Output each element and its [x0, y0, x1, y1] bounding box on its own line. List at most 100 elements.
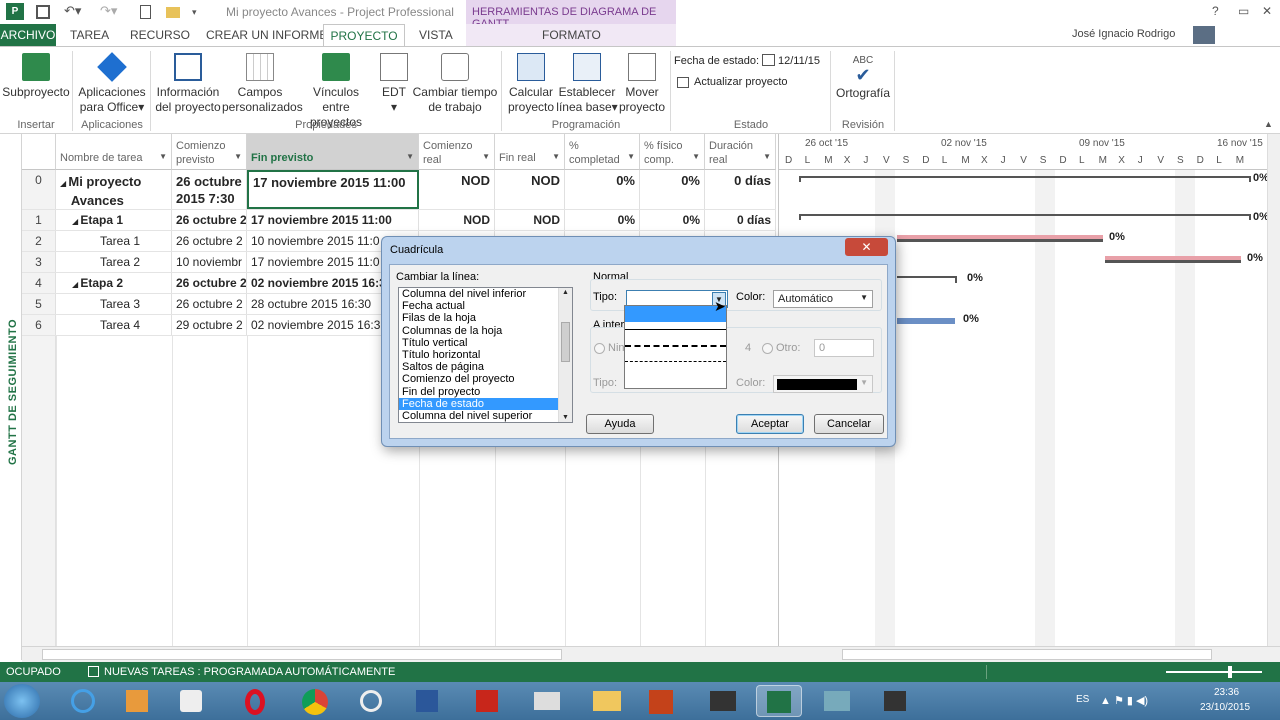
start-date[interactable]: 26 octubre 2015 7:30	[172, 170, 247, 209]
radio-otro[interactable]	[762, 343, 773, 354]
undo-icon[interactable]: ↶▾	[64, 3, 81, 21]
finish-date[interactable]: 17 noviembre 2015 11:00	[247, 170, 419, 209]
start-date[interactable]: 29 octubre 2	[172, 315, 247, 335]
start-button[interactable]	[4, 684, 40, 718]
acrobat-icon[interactable]	[464, 685, 510, 717]
app4-icon[interactable]	[814, 685, 860, 717]
start-real[interactable]: NOD	[419, 210, 495, 230]
start-date[interactable]: 10 noviembr	[172, 252, 247, 272]
tab-vista[interactable]: VISTA	[419, 24, 453, 46]
line-option-dashed[interactable]	[625, 338, 726, 354]
list-item-selected[interactable]: Fecha de estado	[399, 397, 572, 410]
col-porcentaje-fisico[interactable]: % físico comp. ▼	[640, 134, 705, 170]
color2-combobox[interactable]: ▼	[773, 375, 873, 393]
summary-bar[interactable]	[799, 176, 1251, 182]
user-avatar[interactable]	[1193, 26, 1215, 44]
otro-spinner[interactable]: 0	[814, 339, 874, 357]
customize-qat-icon[interactable]: ▾	[192, 7, 197, 25]
explorer-icon[interactable]	[584, 685, 630, 717]
summary-bar[interactable]	[799, 214, 1251, 220]
task-name[interactable]: ◢ Mi proyecto Avances	[56, 170, 172, 209]
pct-physical[interactable]: 0%	[640, 210, 705, 230]
task-name[interactable]: Tarea 3	[56, 294, 172, 314]
task-name[interactable]: Tarea 1	[56, 231, 172, 251]
list-item[interactable]: Fin del proyecto	[399, 386, 572, 398]
mover-proyecto-button[interactable]: Mover proyecto	[616, 47, 668, 115]
gantt-vscroll[interactable]	[1267, 134, 1280, 646]
duration-real[interactable]: 0 días	[705, 170, 776, 209]
radio-ninguno[interactable]	[594, 343, 605, 354]
fecha-estado-value[interactable]: 12/11/15	[778, 55, 820, 67]
list-item[interactable]: Fecha actual	[399, 300, 572, 312]
col-fin-real[interactable]: Fin real ▼	[495, 134, 565, 170]
tab-tarea[interactable]: TAREA	[70, 24, 109, 46]
finish-real[interactable]: NOD	[495, 210, 565, 230]
save-icon[interactable]	[36, 5, 50, 19]
col-fin-previsto[interactable]: Fin previsto ▼	[247, 134, 419, 170]
app2-icon[interactable]	[524, 685, 570, 717]
redo-icon[interactable]: ↷▾	[100, 3, 117, 21]
list-item[interactable]: Saltos de página	[399, 361, 572, 373]
cancelar-button[interactable]: Cancelar	[814, 414, 884, 434]
view-shortcut-icons[interactable]	[986, 665, 1136, 679]
clock-date[interactable]: 23/10/2015	[1200, 702, 1250, 713]
start-date[interactable]: 26 octubre 2	[172, 210, 247, 230]
tray-icons[interactable]: ▲ ⚑ ▮ ◀)	[1100, 694, 1148, 707]
media-icon[interactable]	[114, 685, 160, 717]
collapse-ribbon-icon[interactable]: ▲	[1264, 119, 1273, 129]
aceptar-button[interactable]: Aceptar	[736, 414, 804, 434]
open-folder-icon[interactable]	[166, 7, 180, 18]
hp-icon[interactable]	[168, 685, 214, 717]
task-name[interactable]: ◢ Etapa 1	[56, 210, 172, 230]
edt-button[interactable]: EDT ▾	[376, 47, 412, 115]
list-item[interactable]: Filas de la hoja	[399, 312, 572, 324]
start-date[interactable]: 26 octubre 2	[172, 294, 247, 314]
tab-formato[interactable]: FORMATO	[542, 24, 601, 46]
tab-recurso[interactable]: RECURSO	[130, 24, 190, 46]
list-item[interactable]: Título vertical	[399, 337, 572, 349]
finish-real[interactable]: NOD	[495, 170, 565, 209]
line-option-selected[interactable]	[625, 306, 726, 322]
list-item[interactable]: Comienzo del proyecto	[399, 373, 572, 385]
user-name[interactable]: José Ignacio Rodrigo	[1072, 24, 1175, 46]
task-name[interactable]: Tarea 4	[56, 315, 172, 335]
language-indicator[interactable]: ES	[1076, 694, 1089, 705]
task-bar[interactable]	[897, 318, 955, 324]
list-item[interactable]: Columnas de la hoja	[399, 325, 572, 337]
table-row[interactable]: 0 ◢ Mi proyecto Avances 26 octubre 2015 7…	[22, 170, 776, 210]
zoom-thumb[interactable]	[1228, 666, 1232, 678]
vinculos-proyectos-button[interactable]: Vínculos entre proyectos	[298, 47, 374, 130]
close-window-icon[interactable]: ✕	[1262, 4, 1272, 18]
col-porcentaje-completado[interactable]: % completad ▼	[565, 134, 640, 170]
task-name[interactable]: Tarea 2	[56, 252, 172, 272]
select-all-corner[interactable]	[22, 134, 56, 170]
scroll-thumb[interactable]	[42, 649, 562, 660]
autodesk-icon[interactable]	[404, 685, 450, 717]
list-scrollbar[interactable]: ▲ ▼	[558, 288, 572, 422]
list-item[interactable]: Título horizontal	[399, 349, 572, 361]
line-option-dashdot[interactable]	[625, 370, 726, 386]
start-real[interactable]: NOD	[419, 170, 495, 209]
close-icon[interactable]: ✕	[845, 238, 888, 256]
pct-physical[interactable]: 0%	[640, 170, 705, 209]
col-nombre-tarea[interactable]: Nombre de tarea ▼	[56, 134, 172, 170]
opera-icon[interactable]	[232, 685, 278, 717]
establecer-linea-base-button[interactable]: Establecer línea base▾	[556, 47, 618, 115]
summary-bar[interactable]	[897, 276, 957, 283]
list-item[interactable]: Columna del nivel inferior	[399, 288, 572, 300]
aplicaciones-office-button[interactable]: Aplicaciones para Office▾	[76, 47, 148, 115]
new-file-icon[interactable]	[140, 5, 151, 19]
line-option-dotted[interactable]	[625, 354, 726, 370]
app-icon[interactable]	[348, 685, 394, 717]
chrome-icon[interactable]	[292, 685, 338, 717]
clock-time[interactable]: 23:36	[1214, 687, 1239, 698]
task-bar[interactable]	[1105, 256, 1241, 263]
start-date[interactable]: 26 octubre 2	[172, 231, 247, 251]
pct-complete[interactable]: 0%	[565, 210, 640, 230]
calcular-proyecto-button[interactable]: Calcular proyecto	[504, 47, 558, 115]
actualizar-proyecto-button[interactable]: Actualizar proyecto	[694, 76, 788, 88]
help-icon[interactable]: ?	[1212, 4, 1219, 18]
gantt-scroll-thumb[interactable]	[842, 649, 1212, 660]
project-taskbar-icon[interactable]	[756, 685, 802, 717]
calendar-icon[interactable]	[762, 54, 775, 66]
